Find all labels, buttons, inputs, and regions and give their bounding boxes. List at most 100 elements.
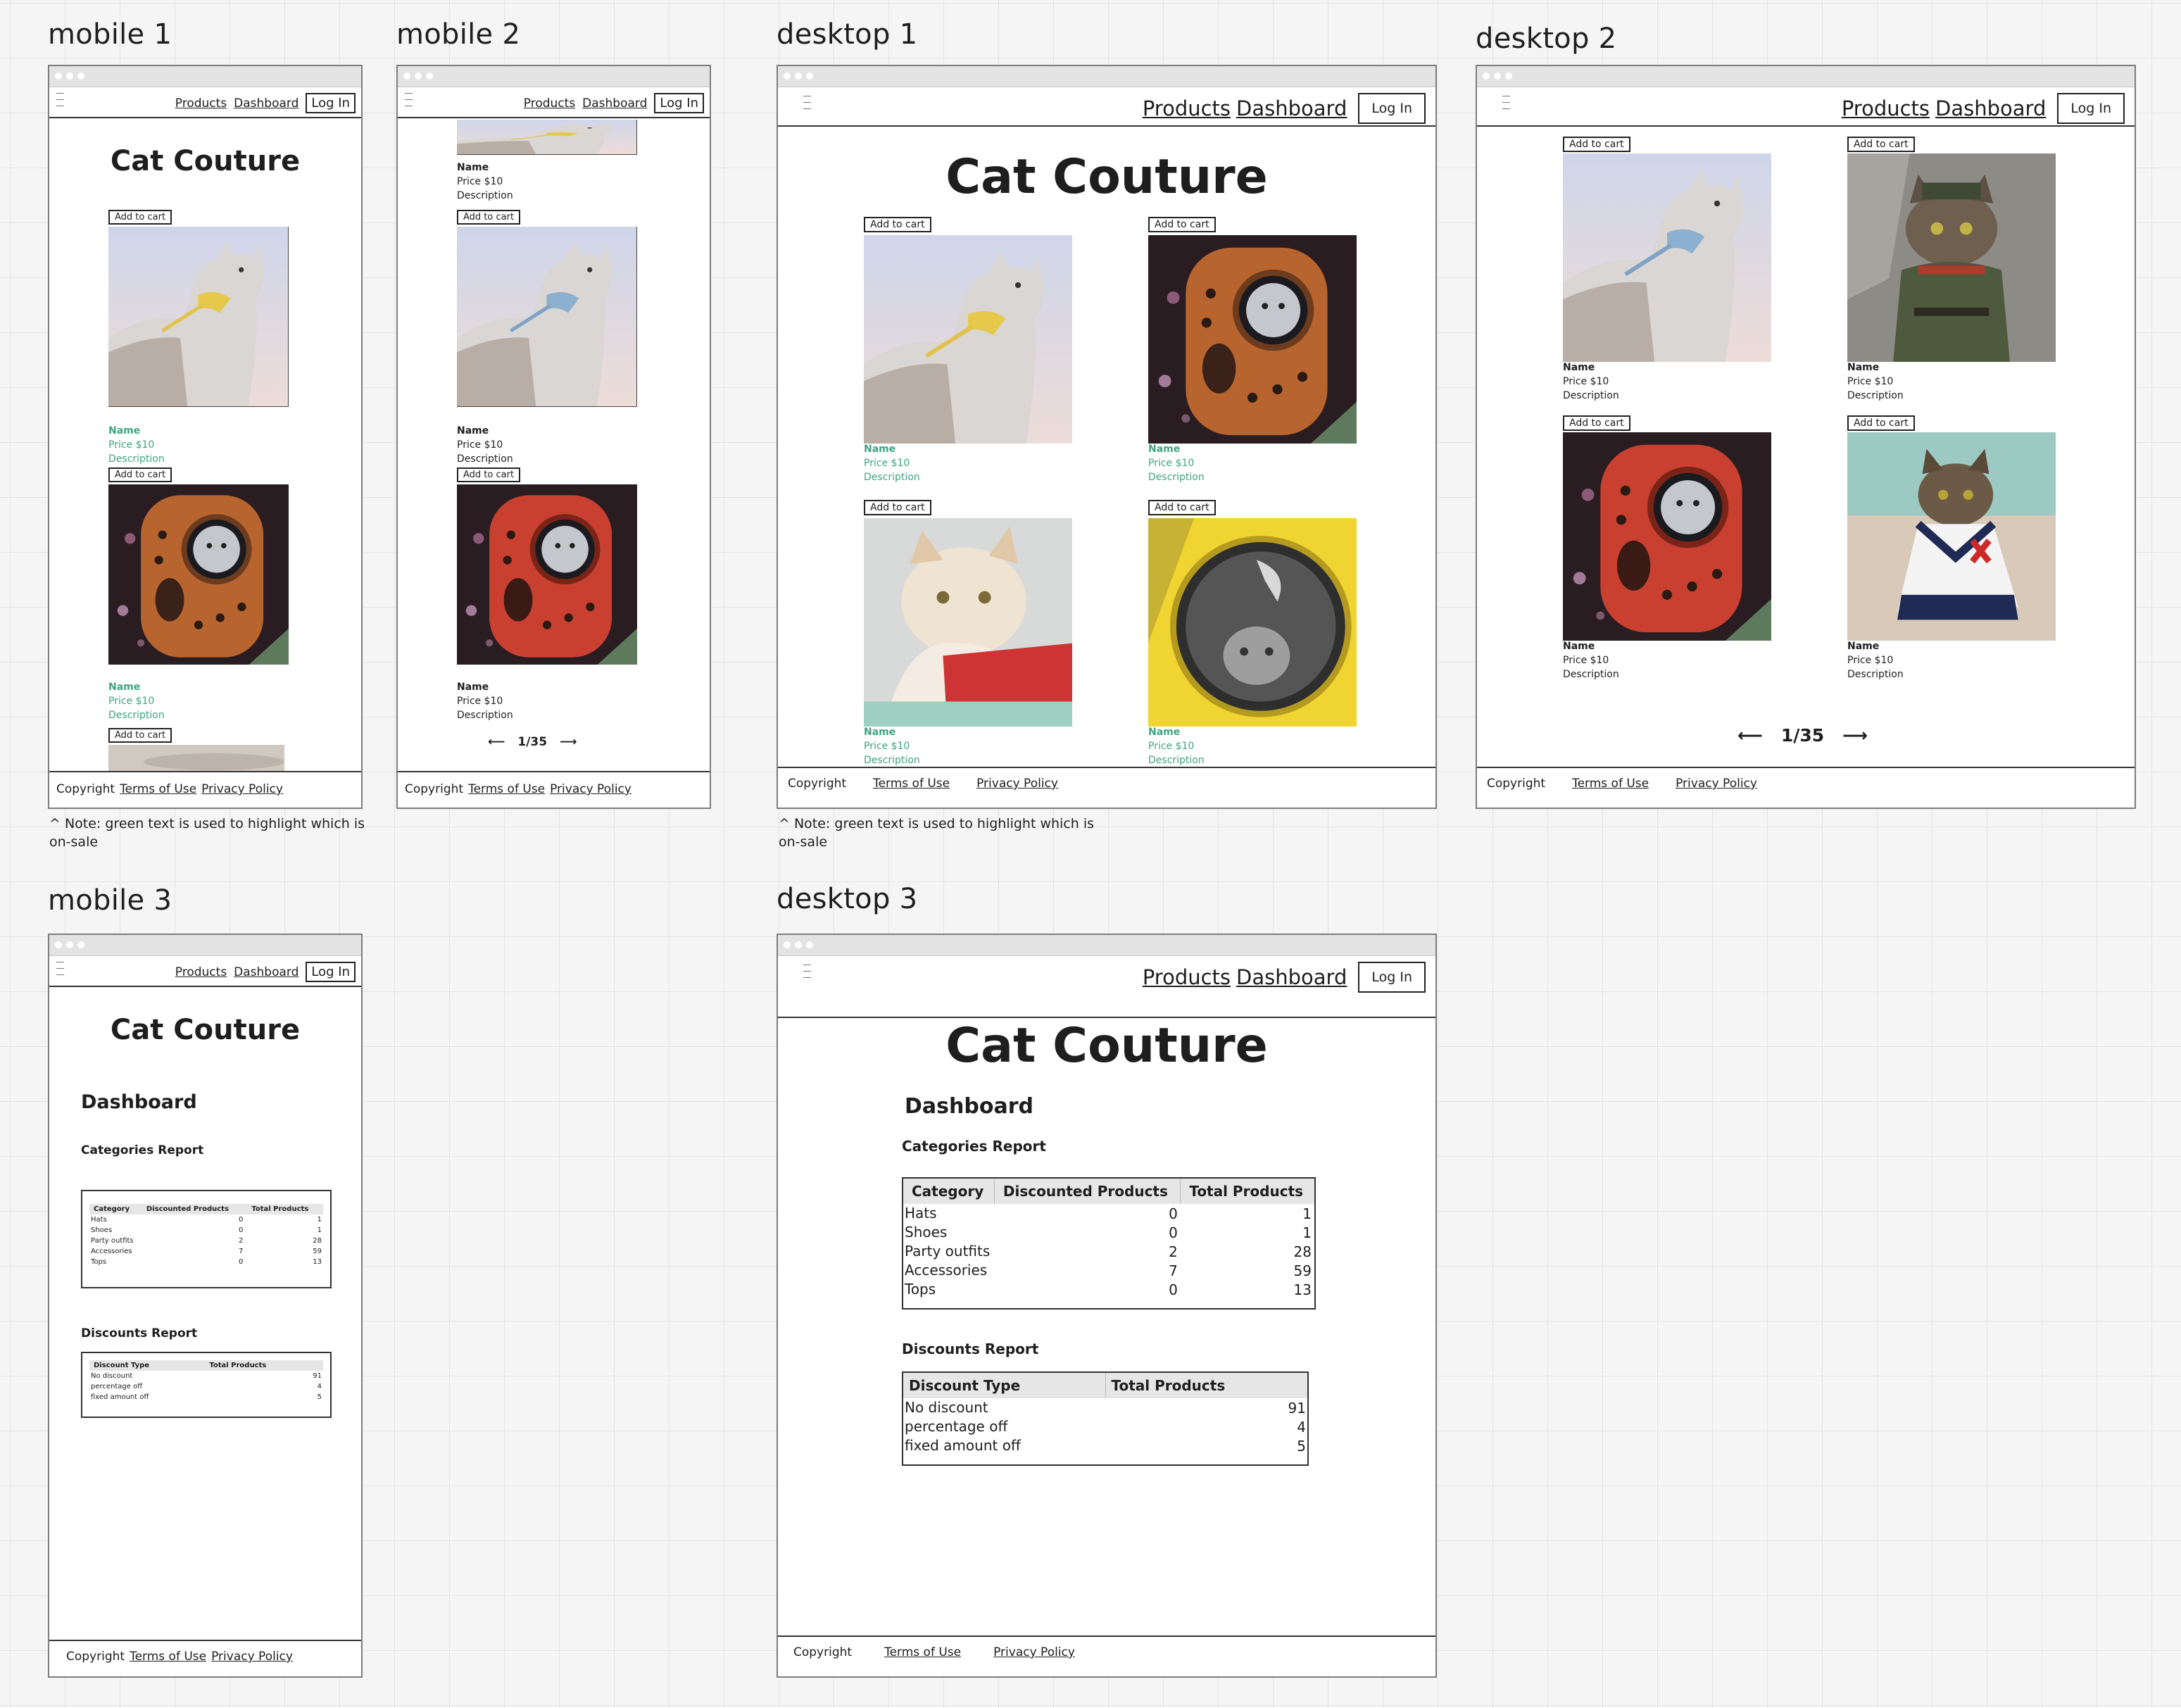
menu-icon[interactable] <box>1502 96 1510 109</box>
nav-products-link[interactable]: Products <box>524 96 575 111</box>
nav-dashboard-link[interactable]: Dashboard <box>234 965 298 979</box>
table-cell: 4 <box>317 1383 322 1390</box>
product-image[interactable] <box>1563 153 1771 362</box>
add-to-cart-button[interactable]: Add to cart <box>108 728 172 743</box>
table-cell: 28 <box>313 1237 322 1245</box>
add-to-cart-button[interactable]: Add to cart <box>864 500 931 515</box>
product-image[interactable] <box>108 484 289 665</box>
add-to-cart-button[interactable]: Add to cart <box>1847 415 1915 431</box>
column-header: Total Products <box>205 1360 323 1371</box>
table-cell: 1 <box>317 1226 322 1234</box>
frame-mobile-1: Products Dashboard Log In Cat Couture Ad… <box>48 65 363 809</box>
column-header: Discount Type <box>89 1360 206 1371</box>
privacy-link[interactable]: Privacy Policy <box>550 782 631 796</box>
product-name: Name <box>1847 641 1880 652</box>
login-button[interactable]: Log In <box>1358 93 1426 124</box>
table-row: Party outfits 2 28 <box>89 1236 323 1246</box>
column-header: Category <box>903 1179 995 1204</box>
login-button[interactable]: Log In <box>306 962 356 982</box>
table-cell: 2 <box>239 1237 244 1245</box>
product-image[interactable] <box>457 227 637 407</box>
add-to-cart-button[interactable]: Add to cart <box>1563 137 1630 152</box>
add-to-cart-button[interactable]: Add to cart <box>457 210 521 225</box>
nav-dashboard-link[interactable]: Dashboard <box>582 96 647 111</box>
privacy-link[interactable]: Privacy Policy <box>993 1645 1075 1659</box>
product-image[interactable] <box>1148 235 1357 444</box>
menu-icon[interactable] <box>56 962 64 975</box>
privacy-link[interactable]: Privacy Policy <box>211 1650 293 1664</box>
add-to-cart-button[interactable]: Add to cart <box>457 467 521 482</box>
product-name: Name <box>457 682 489 693</box>
privacy-link[interactable]: Privacy Policy <box>976 777 1058 791</box>
product-image[interactable] <box>1148 518 1357 727</box>
product-price: Price $10 <box>457 439 503 451</box>
menu-icon[interactable] <box>803 965 811 978</box>
table-row: fixed amount off 5 <box>89 1392 323 1402</box>
column-header: Discount Type <box>903 1373 1106 1398</box>
nav-products-link[interactable]: Products <box>175 96 227 111</box>
table-cell: Shoes <box>905 1224 948 1241</box>
product-image[interactable] <box>864 235 1072 444</box>
product-image[interactable] <box>1563 432 1771 641</box>
prev-page-icon[interactable]: ⟵ <box>488 735 505 749</box>
table-cell: 7 <box>239 1248 244 1255</box>
product-image[interactable] <box>108 227 289 407</box>
add-to-cart-button[interactable]: Add to cart <box>1148 500 1216 515</box>
nav-dashboard-link[interactable]: Dashboard <box>1935 96 2046 120</box>
table-cell: Hats <box>91 1216 107 1224</box>
add-to-cart-button[interactable]: Add to cart <box>864 217 931 232</box>
product-image[interactable] <box>457 484 637 665</box>
table-cell: 1 <box>1302 1224 1312 1241</box>
login-button[interactable]: Log In <box>1358 962 1426 993</box>
add-to-cart-button[interactable]: Add to cart <box>1563 415 1630 431</box>
product-price: Price $10 <box>1563 376 1609 387</box>
site-title: Cat Couture <box>945 149 1268 205</box>
product-image[interactable] <box>457 120 637 155</box>
nav-products-link[interactable]: Products <box>1842 96 1930 120</box>
add-to-cart-button[interactable]: Add to cart <box>108 210 172 225</box>
menu-icon[interactable] <box>405 93 413 106</box>
top-nav: Products Dashboard Log In <box>778 956 1435 1018</box>
menu-icon[interactable] <box>803 96 811 109</box>
terms-link[interactable]: Terms of Use <box>130 1650 206 1664</box>
product-image[interactable] <box>108 745 284 773</box>
categories-report-table: Category Discounted Products Total Produ… <box>81 1190 332 1288</box>
frame-mobile-3: Products Dashboard Log In Cat Couture Da… <box>48 934 363 1678</box>
login-button[interactable]: Log In <box>2057 93 2125 124</box>
menu-icon[interactable] <box>56 93 64 106</box>
dashboard-heading: Dashboard <box>81 1091 197 1113</box>
add-to-cart-button[interactable]: Add to cart <box>108 467 172 482</box>
terms-link[interactable]: Terms of Use <box>884 1645 961 1659</box>
add-to-cart-button[interactable]: Add to cart <box>1148 217 1216 232</box>
nav-products-link[interactable]: Products <box>1143 96 1231 120</box>
product-description: Description <box>457 710 513 721</box>
nav-dashboard-link[interactable]: Dashboard <box>1236 96 1347 120</box>
privacy-link[interactable]: Privacy Policy <box>1676 777 1757 791</box>
nav-products-link[interactable]: Products <box>1143 965 1231 989</box>
product-description: Description <box>457 453 513 465</box>
terms-link[interactable]: Terms of Use <box>1572 777 1649 791</box>
privacy-link[interactable]: Privacy Policy <box>201 782 283 796</box>
terms-link[interactable]: Terms of Use <box>468 782 545 796</box>
product-price: Price $10 <box>864 741 910 752</box>
table-row: Shoes 0 1 <box>89 1225 323 1236</box>
login-button[interactable]: Log In <box>306 93 356 113</box>
terms-link[interactable]: Terms of Use <box>120 782 196 796</box>
add-to-cart-button[interactable]: Add to cart <box>1847 137 1915 152</box>
table-cell: Party outfits <box>905 1243 991 1260</box>
nav-products-link[interactable]: Products <box>175 965 227 979</box>
nav-dashboard-link[interactable]: Dashboard <box>234 96 298 111</box>
product-image[interactable] <box>1847 153 2056 362</box>
login-button[interactable]: Log In <box>654 93 704 113</box>
frame-desktop-2: Products Dashboard Log In Add to cart Na… <box>1476 65 2136 809</box>
terms-link[interactable]: Terms of Use <box>873 777 950 791</box>
frame-desktop-1: Products Dashboard Log In Cat Couture Ad… <box>777 65 1437 809</box>
pagination: ⟵ 1/35 ⟶ <box>1737 725 1868 746</box>
product-image[interactable] <box>1847 432 2056 641</box>
next-page-icon[interactable]: ⟶ <box>1842 725 1868 746</box>
nav-dashboard-link[interactable]: Dashboard <box>1236 965 1347 989</box>
prev-page-icon[interactable]: ⟵ <box>1737 725 1763 746</box>
next-page-icon[interactable]: ⟶ <box>560 735 577 749</box>
product-image[interactable] <box>864 518 1072 727</box>
table-cell: 4 <box>1297 1418 1306 1436</box>
